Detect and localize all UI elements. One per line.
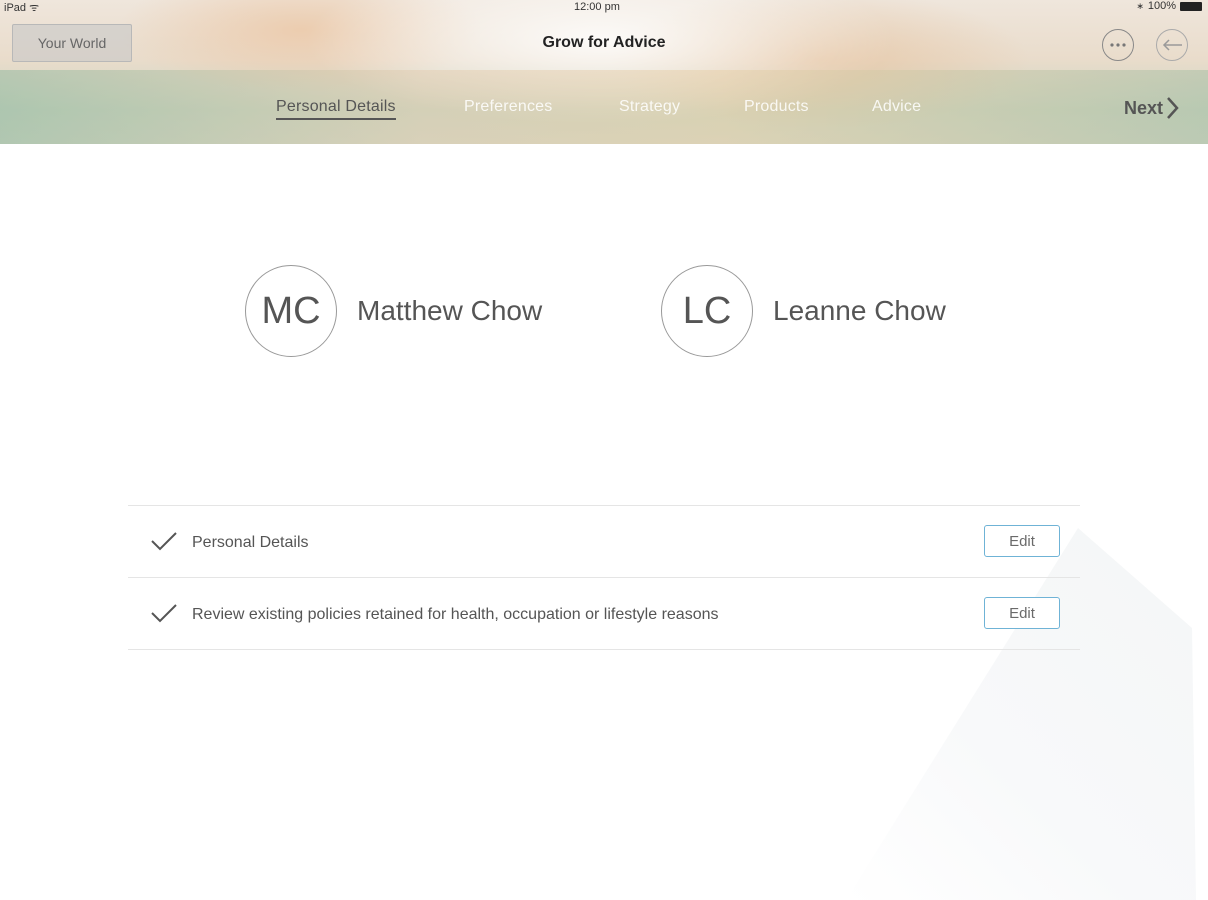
person-name: Leanne Chow xyxy=(773,295,946,326)
app-title: Grow for Advice xyxy=(542,34,666,51)
list-item: Review existing policies retained for he… xyxy=(128,577,1080,650)
chevron-right-icon xyxy=(1167,97,1179,119)
checklist: Personal Details Edit Review existing po… xyxy=(128,505,1080,650)
your-world-button[interactable]: Your World xyxy=(12,24,132,62)
bluetooth-icon: ∗ xyxy=(1136,0,1144,11)
edit-button[interactable]: Edit xyxy=(984,525,1060,557)
person-name: Matthew Chow xyxy=(357,295,543,326)
checkmark-icon xyxy=(151,532,177,551)
checkmark-icon xyxy=(151,604,177,623)
edit-button[interactable]: Edit xyxy=(984,597,1060,629)
list-item-label: Personal Details xyxy=(192,534,309,551)
status-device: iPad ᯤ xyxy=(4,2,40,14)
tab-products[interactable]: Products xyxy=(744,98,809,116)
status-time: 12:00 pm xyxy=(574,1,620,13)
wifi-icon: ᯤ xyxy=(29,2,40,14)
status-battery: ∗ 100% xyxy=(1136,0,1202,12)
tab-preferences[interactable]: Preferences xyxy=(464,98,552,116)
list-item-label: Review existing policies retained for he… xyxy=(192,606,719,623)
battery-icon xyxy=(1180,1,1202,11)
next-button[interactable]: Next xyxy=(1124,96,1179,120)
step-tabs: Personal Details Preferences Strategy Pr… xyxy=(0,98,1208,128)
avatar: MC xyxy=(245,265,337,357)
avatar: LC xyxy=(661,265,753,357)
back-arrow-icon[interactable] xyxy=(1156,29,1188,61)
tab-strategy[interactable]: Strategy xyxy=(619,98,680,116)
person-card-matthew[interactable]: MC Matthew Chow xyxy=(245,265,542,357)
list-item: Personal Details Edit xyxy=(128,505,1080,577)
more-icon[interactable] xyxy=(1102,29,1134,61)
status-bar: iPad ᯤ 12:00 pm ∗ 100% xyxy=(0,0,1208,14)
tab-personal-details[interactable]: Personal Details xyxy=(276,98,396,120)
tab-advice[interactable]: Advice xyxy=(872,98,921,116)
person-card-leanne[interactable]: LC Leanne Chow xyxy=(661,265,946,357)
